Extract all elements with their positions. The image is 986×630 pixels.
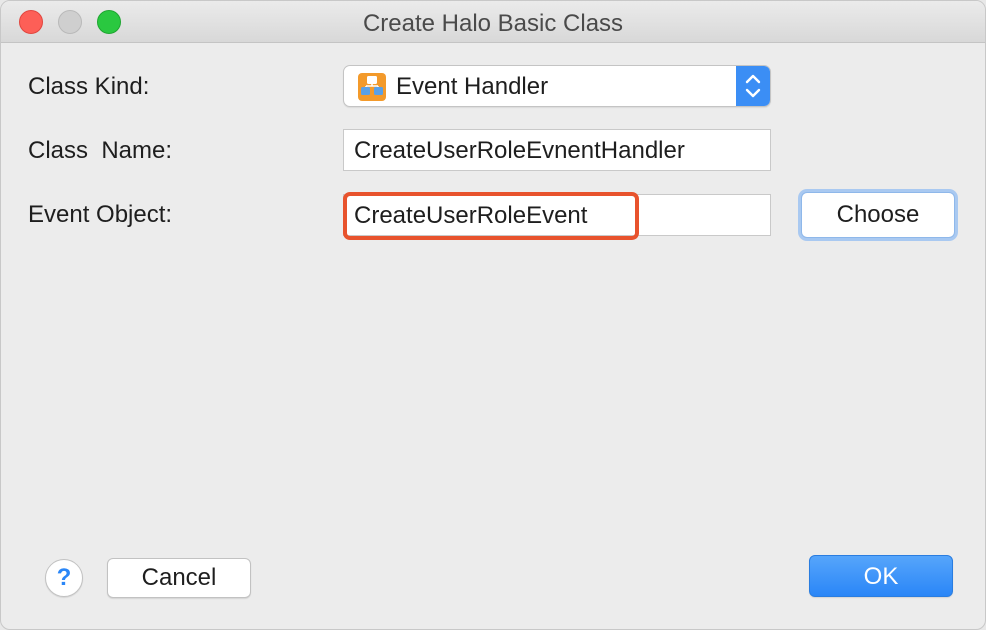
dialog-window: Create Halo Basic Class Class Kind: Even… (0, 0, 986, 630)
window-title: Create Halo Basic Class (362, 10, 624, 37)
event-object-value: CreateUserRoleEvent (354, 202, 588, 229)
event-handler-icon (358, 73, 386, 101)
class-kind-select[interactable]: Event Handler (343, 65, 771, 107)
event-object-label: Event Object: (28, 201, 173, 228)
help-button[interactable]: ? (45, 559, 83, 597)
cancel-button[interactable]: Cancel (107, 558, 251, 598)
title-bar: Create Halo Basic Class (1, 1, 985, 43)
event-object-field[interactable]: CreateUserRoleEvent (343, 194, 771, 236)
class-name-label: Class Name: (28, 137, 173, 164)
class-kind-label: Class Kind: (28, 73, 150, 100)
choose-button[interactable]: Choose (801, 192, 955, 238)
chevron-up-down-icon[interactable] (736, 66, 770, 106)
class-name-field[interactable]: CreateUserRoleEvnentHandler (343, 129, 771, 171)
ok-button[interactable]: OK (809, 555, 953, 597)
class-kind-value: Event Handler (396, 73, 549, 100)
class-name-value: CreateUserRoleEvnentHandler (354, 137, 685, 164)
